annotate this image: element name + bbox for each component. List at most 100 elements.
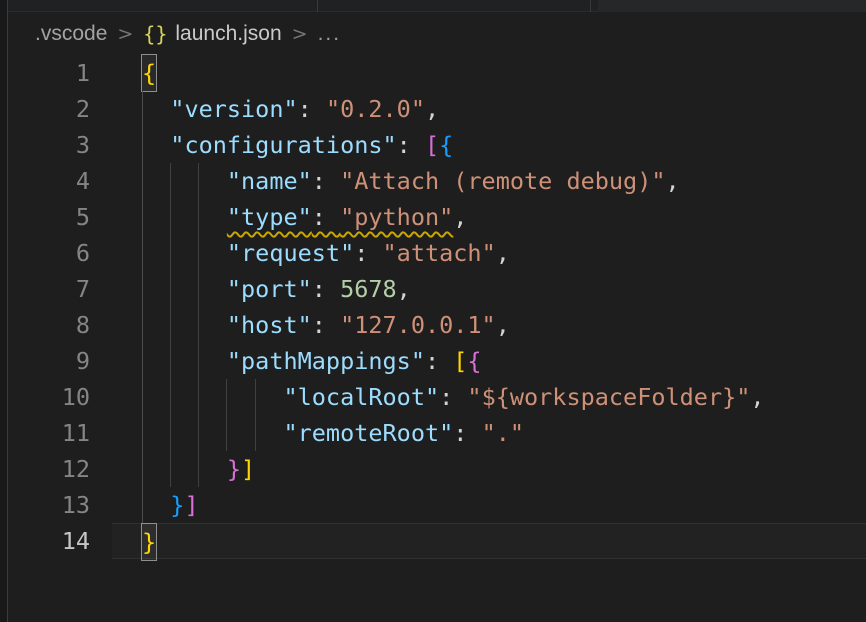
code-line[interactable]: 2 "version": "0.2.0", [8, 91, 866, 127]
code-token: [ [425, 131, 439, 159]
code-token: "Attach (remote debug)" [340, 167, 665, 195]
code-line-content[interactable]: }] [112, 487, 866, 523]
code-token: "python" [340, 203, 453, 231]
breadcrumb-symbol-more[interactable]: ... [318, 22, 342, 46]
line-number[interactable]: 13 [8, 487, 112, 523]
code-line[interactable]: 5 "type": "python", [8, 199, 866, 235]
code-token [142, 311, 227, 339]
line-number[interactable]: 6 [8, 235, 112, 271]
code-line-content[interactable]: "request": "attach", [112, 235, 866, 271]
code-token [142, 383, 283, 411]
line-number[interactable]: 5 [8, 199, 112, 235]
line-number[interactable]: 8 [8, 307, 112, 343]
code-line-content[interactable]: "type": "python", [112, 199, 866, 235]
line-number[interactable]: 1 [8, 55, 112, 91]
code-token: } [227, 455, 241, 483]
code-token: "." [482, 419, 524, 447]
code-token: "127.0.0.1" [340, 311, 496, 339]
code-token: "configurations" [170, 131, 396, 159]
code-line-content[interactable]: "version": "0.2.0", [112, 91, 866, 127]
indent-guide [170, 415, 171, 451]
code-token [142, 455, 227, 483]
code-token: 5678 [340, 275, 397, 303]
code-line-content[interactable]: } [112, 523, 866, 559]
code-line-content[interactable]: "host": "127.0.0.1", [112, 307, 866, 343]
code-token: : [453, 419, 481, 447]
code-line[interactable]: 3 "configurations": [{ [8, 127, 866, 163]
indent-guide [142, 307, 143, 343]
tab-divider [590, 0, 591, 12]
indent-guide [170, 451, 171, 487]
indent-guide [170, 307, 171, 343]
code-line[interactable]: 12 }] [8, 451, 866, 487]
indent-guide [142, 235, 143, 271]
indent-guide [226, 415, 227, 451]
code-line[interactable]: 13 }] [8, 487, 866, 523]
code-token: "host" [227, 311, 312, 339]
tab-bar[interactable] [0, 0, 866, 12]
code-token [142, 203, 227, 231]
code-line[interactable]: 14} [8, 523, 866, 559]
indent-guide [170, 271, 171, 307]
code-token: [ [453, 347, 467, 375]
indent-guide [170, 163, 171, 199]
line-number[interactable]: 7 [8, 271, 112, 307]
code-line-content[interactable]: "localRoot": "${workspaceFolder}", [112, 379, 866, 415]
code-token: : [425, 347, 453, 375]
code-line[interactable]: 11 "remoteRoot": "." [8, 415, 866, 451]
indent-guide [142, 487, 143, 523]
line-number[interactable]: 9 [8, 343, 112, 379]
code-line-content[interactable]: "configurations": [{ [112, 127, 866, 163]
code-line[interactable]: 4 "name": "Attach (remote debug)", [8, 163, 866, 199]
code-line[interactable]: 1{ [8, 55, 866, 91]
code-line-content[interactable]: "port": 5678, [112, 271, 866, 307]
line-number[interactable]: 3 [8, 127, 112, 163]
chevron-right-icon: > [282, 23, 318, 45]
breadcrumb-file[interactable]: launch.json [175, 22, 281, 46]
line-number[interactable]: 14 [8, 523, 112, 559]
code-token: { [439, 131, 453, 159]
code-line-content[interactable]: "remoteRoot": "." [112, 415, 866, 451]
code-token: "version" [170, 95, 297, 123]
indent-guide [198, 451, 199, 487]
indent-guide [255, 415, 256, 451]
indent-guide [170, 199, 171, 235]
editor-code-area[interactable]: 1{2 "version": "0.2.0",3 "configurations… [8, 55, 866, 559]
code-token: "request" [227, 239, 354, 267]
indent-guide [198, 379, 199, 415]
indent-guide [198, 271, 199, 307]
indent-guide [142, 343, 143, 379]
code-line[interactable]: 7 "port": 5678, [8, 271, 866, 307]
line-number[interactable]: 4 [8, 163, 112, 199]
indent-guide [142, 163, 143, 199]
code-line-content[interactable]: "pathMappings": [{ [112, 343, 866, 379]
code-token: , [496, 239, 510, 267]
indent-guide [170, 379, 171, 415]
code-line[interactable]: 9 "pathMappings": [{ [8, 343, 866, 379]
code-line[interactable]: 6 "request": "attach", [8, 235, 866, 271]
indent-guide [142, 415, 143, 451]
tab-segment[interactable] [598, 0, 866, 12]
tab-divider [317, 0, 318, 12]
code-line[interactable]: 10 "localRoot": "${workspaceFolder}", [8, 379, 866, 415]
line-number[interactable]: 10 [8, 379, 112, 415]
code-token: "type" [227, 203, 312, 231]
code-line-content[interactable]: }] [112, 451, 866, 487]
indent-guide [198, 163, 199, 199]
code-token: : [312, 311, 340, 339]
chevron-right-icon: > [107, 23, 143, 45]
indent-guide [198, 343, 199, 379]
line-number[interactable]: 2 [8, 91, 112, 127]
code-token [142, 239, 227, 267]
code-token: "${workspaceFolder}" [467, 383, 750, 411]
line-number[interactable]: 11 [8, 415, 112, 451]
breadcrumb-folder[interactable]: .vscode [35, 22, 107, 46]
code-line[interactable]: 8 "host": "127.0.0.1", [8, 307, 866, 343]
code-token: : [397, 131, 425, 159]
indent-guide [226, 379, 227, 415]
sidebar-sash[interactable] [7, 0, 8, 622]
line-number[interactable]: 12 [8, 451, 112, 487]
code-line-content[interactable]: { [112, 55, 866, 91]
code-line-content[interactable]: "name": "Attach (remote debug)", [112, 163, 866, 199]
indent-guide [170, 343, 171, 379]
